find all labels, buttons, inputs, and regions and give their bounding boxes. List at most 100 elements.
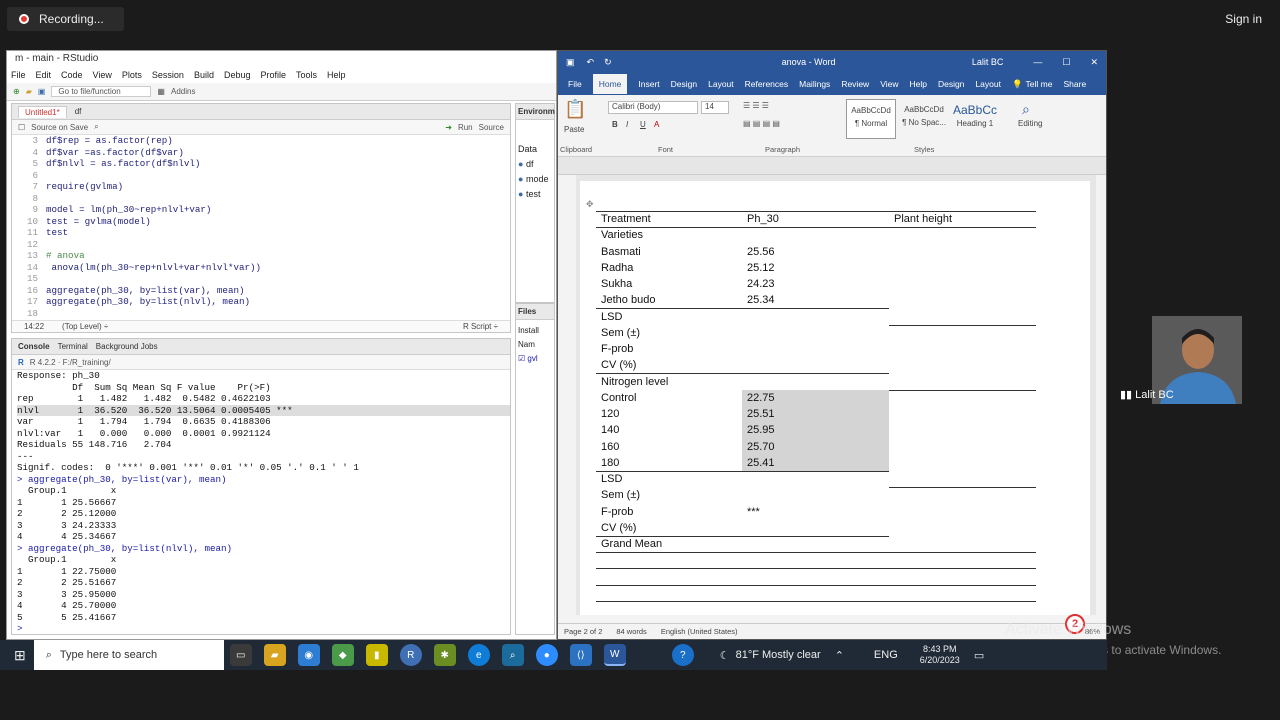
table-row[interactable]: Control 22.75 bbox=[596, 390, 1036, 406]
menu-build[interactable]: Build bbox=[194, 70, 214, 80]
notes-icon[interactable]: ▮ bbox=[365, 644, 388, 666]
table-move-handle-icon[interactable]: ✥ bbox=[586, 199, 594, 210]
italic-button[interactable]: I bbox=[626, 120, 628, 129]
font-size-select[interactable]: 14 bbox=[701, 101, 729, 114]
grid-icon[interactable]: ▦ bbox=[157, 87, 165, 96]
env-item-test[interactable]: ● test bbox=[518, 187, 552, 202]
tab-layout[interactable]: Layout bbox=[708, 79, 734, 89]
code-editor[interactable]: 3 df$rep = as.factor(rep) 4 df$var =as.fact… bbox=[12, 135, 510, 319]
tab-table-design[interactable]: Design bbox=[938, 79, 964, 89]
tab-untitled1[interactable]: Untitled1* bbox=[18, 105, 67, 118]
word-taskbar-icon[interactable]: W bbox=[603, 644, 626, 666]
search-app-icon[interactable]: ⌕ bbox=[501, 644, 524, 666]
table-row[interactable]: 120 25.51 bbox=[596, 406, 1036, 422]
font-family-select[interactable]: Calibri (Body) bbox=[608, 101, 698, 114]
table-row[interactable]: Basmati 25.56 bbox=[596, 244, 1036, 260]
table-row[interactable]: 140 25.95 bbox=[596, 422, 1036, 438]
language-indicator[interactable]: English (United States) bbox=[661, 627, 738, 636]
tab-help[interactable]: Help bbox=[909, 79, 926, 89]
table-row[interactable]: Radha 25.12 bbox=[596, 260, 1036, 276]
code-line[interactable]: 6 bbox=[12, 170, 510, 182]
save-icon[interactable]: ▣ bbox=[566, 57, 575, 68]
task-view-icon[interactable]: ▭ bbox=[229, 644, 252, 666]
code-line[interactable]: 12 bbox=[12, 239, 510, 251]
table-row[interactable]: F-prob *** bbox=[596, 504, 1036, 520]
code-line[interactable]: 7 require(gvlma) bbox=[12, 181, 510, 193]
source-button[interactable]: Source bbox=[479, 123, 504, 132]
code-line[interactable]: 13 # anova bbox=[12, 250, 510, 262]
page-indicator[interactable]: Page 2 of 2 bbox=[564, 627, 602, 636]
menu-edit[interactable]: Edit bbox=[36, 70, 52, 80]
clock[interactable]: 8:43 PM 6/20/2023 bbox=[920, 644, 960, 666]
menu-file[interactable]: File bbox=[11, 70, 26, 80]
menu-profile[interactable]: Profile bbox=[261, 70, 287, 80]
menu-view[interactable]: View bbox=[93, 70, 112, 80]
install-button[interactable]: Install bbox=[518, 324, 552, 338]
close-icon[interactable]: ✕ bbox=[1090, 57, 1098, 68]
taskbar-search[interactable]: ⌕ Type here to search bbox=[33, 640, 224, 670]
table-row[interactable]: Jetho budo 25.34 bbox=[596, 292, 1036, 308]
menu-code[interactable]: Code bbox=[61, 70, 83, 80]
table-row[interactable]: Nitrogen level bbox=[596, 374, 1036, 390]
table-row[interactable]: 180 25.41 bbox=[596, 455, 1036, 471]
code-line[interactable]: 18 bbox=[12, 308, 510, 320]
table-row[interactable]: Sukha 24.23 bbox=[596, 276, 1036, 292]
windows-start-icon[interactable]: ⊞ bbox=[14, 647, 26, 664]
bullets-icon[interactable]: ☰ ☰ ☰ bbox=[743, 101, 769, 110]
help-icon[interactable]: ? bbox=[671, 644, 694, 666]
tab-references[interactable]: References bbox=[745, 79, 788, 89]
share-button[interactable]: Share bbox=[1063, 79, 1086, 89]
checked-checkbox-icon[interactable]: ☑ bbox=[518, 354, 525, 363]
vscode-icon[interactable]: ⟨⟩ bbox=[569, 644, 592, 666]
bold-button[interactable]: B bbox=[612, 120, 618, 129]
env-item-model[interactable]: ● mode bbox=[518, 172, 552, 187]
scope-selector[interactable]: (Top Level) ÷ bbox=[62, 322, 108, 331]
style-normal[interactable]: AaBbCcDd ¶ Normal bbox=[846, 99, 896, 139]
code-line[interactable]: 4 df$var =as.factor(df$var) bbox=[12, 147, 510, 159]
word-count[interactable]: 84 words bbox=[616, 627, 646, 636]
code-line[interactable]: 14 anova(lm(ph_30~rep+nlvl+var+nlvl*var)… bbox=[12, 262, 510, 274]
run-button[interactable]: Run bbox=[458, 123, 473, 132]
table-row[interactable]: LSD bbox=[596, 309, 1036, 325]
source-on-save-checkbox[interactable]: ☐ bbox=[18, 123, 25, 132]
tab-table-layout[interactable]: Layout bbox=[975, 79, 1001, 89]
tab-file[interactable]: File bbox=[568, 79, 582, 89]
recording-indicator[interactable]: Recording... bbox=[7, 7, 124, 31]
new-file-icon[interactable]: ⊕ bbox=[13, 87, 20, 96]
menu-plots[interactable]: Plots bbox=[122, 70, 142, 80]
tab-files[interactable]: Files bbox=[516, 304, 554, 320]
menu-tools[interactable]: Tools bbox=[296, 70, 317, 80]
code-line[interactable]: 5 df$nlvl = as.factor(df$nlvl) bbox=[12, 158, 510, 170]
table-row[interactable]: LSD bbox=[596, 471, 1036, 487]
tab-df[interactable]: df bbox=[75, 107, 82, 116]
document-page[interactable]: ✥ Treatment Ph_30 Plant height Varieties… bbox=[580, 181, 1090, 615]
table-row[interactable]: CV (%) bbox=[596, 357, 1036, 373]
table-row[interactable]: F-prob bbox=[596, 341, 1036, 357]
code-line[interactable]: 16 aggregate(ph_30, by=list(var), mean) bbox=[12, 285, 510, 297]
sign-in-link[interactable]: Sign in bbox=[1225, 12, 1262, 26]
table-row[interactable]: 160 25.70 bbox=[596, 439, 1036, 455]
ruler[interactable] bbox=[558, 157, 1106, 175]
tab-home[interactable]: Home bbox=[592, 74, 628, 94]
table-row[interactable]: Varieties bbox=[596, 227, 1036, 243]
tab-mailings[interactable]: Mailings bbox=[799, 79, 830, 89]
code-line[interactable]: 11 test bbox=[12, 227, 510, 239]
save-icon[interactable]: ▣ bbox=[38, 87, 46, 96]
code-line[interactable]: 17 aggregate(ph_30, by=list(nlvl), mean) bbox=[12, 296, 510, 308]
style-no-spacing[interactable]: AaBbCcDd ¶ No Spac... bbox=[898, 99, 950, 139]
paste-icon[interactable]: 📋 bbox=[564, 99, 586, 120]
app-icon[interactable]: ◆ bbox=[331, 644, 354, 666]
table-row[interactable]: Sem (±) bbox=[596, 487, 1036, 503]
user-name[interactable]: Lalit BC bbox=[972, 57, 1004, 67]
goto-file-input[interactable]: Go to file/function bbox=[51, 86, 152, 97]
code-line[interactable]: 10 test = gvlma(model) bbox=[12, 216, 510, 228]
notifications-icon[interactable]: ▭ bbox=[974, 649, 984, 662]
code-line[interactable]: 9 model = lm(ph_30~rep+nlvl+var) bbox=[12, 204, 510, 216]
menu-help[interactable]: Help bbox=[327, 70, 346, 80]
r-app-icon[interactable]: R bbox=[399, 644, 422, 666]
undo-icon[interactable]: ↶ bbox=[587, 57, 595, 68]
language-indicator[interactable]: ENG bbox=[874, 649, 898, 661]
console-output[interactable]: Response: ph_30 Df Sum Sq Mean Sq F valu… bbox=[12, 370, 510, 635]
minimize-icon[interactable]: — bbox=[1033, 57, 1042, 67]
table-row[interactable]: Grand Mean bbox=[596, 536, 1036, 552]
